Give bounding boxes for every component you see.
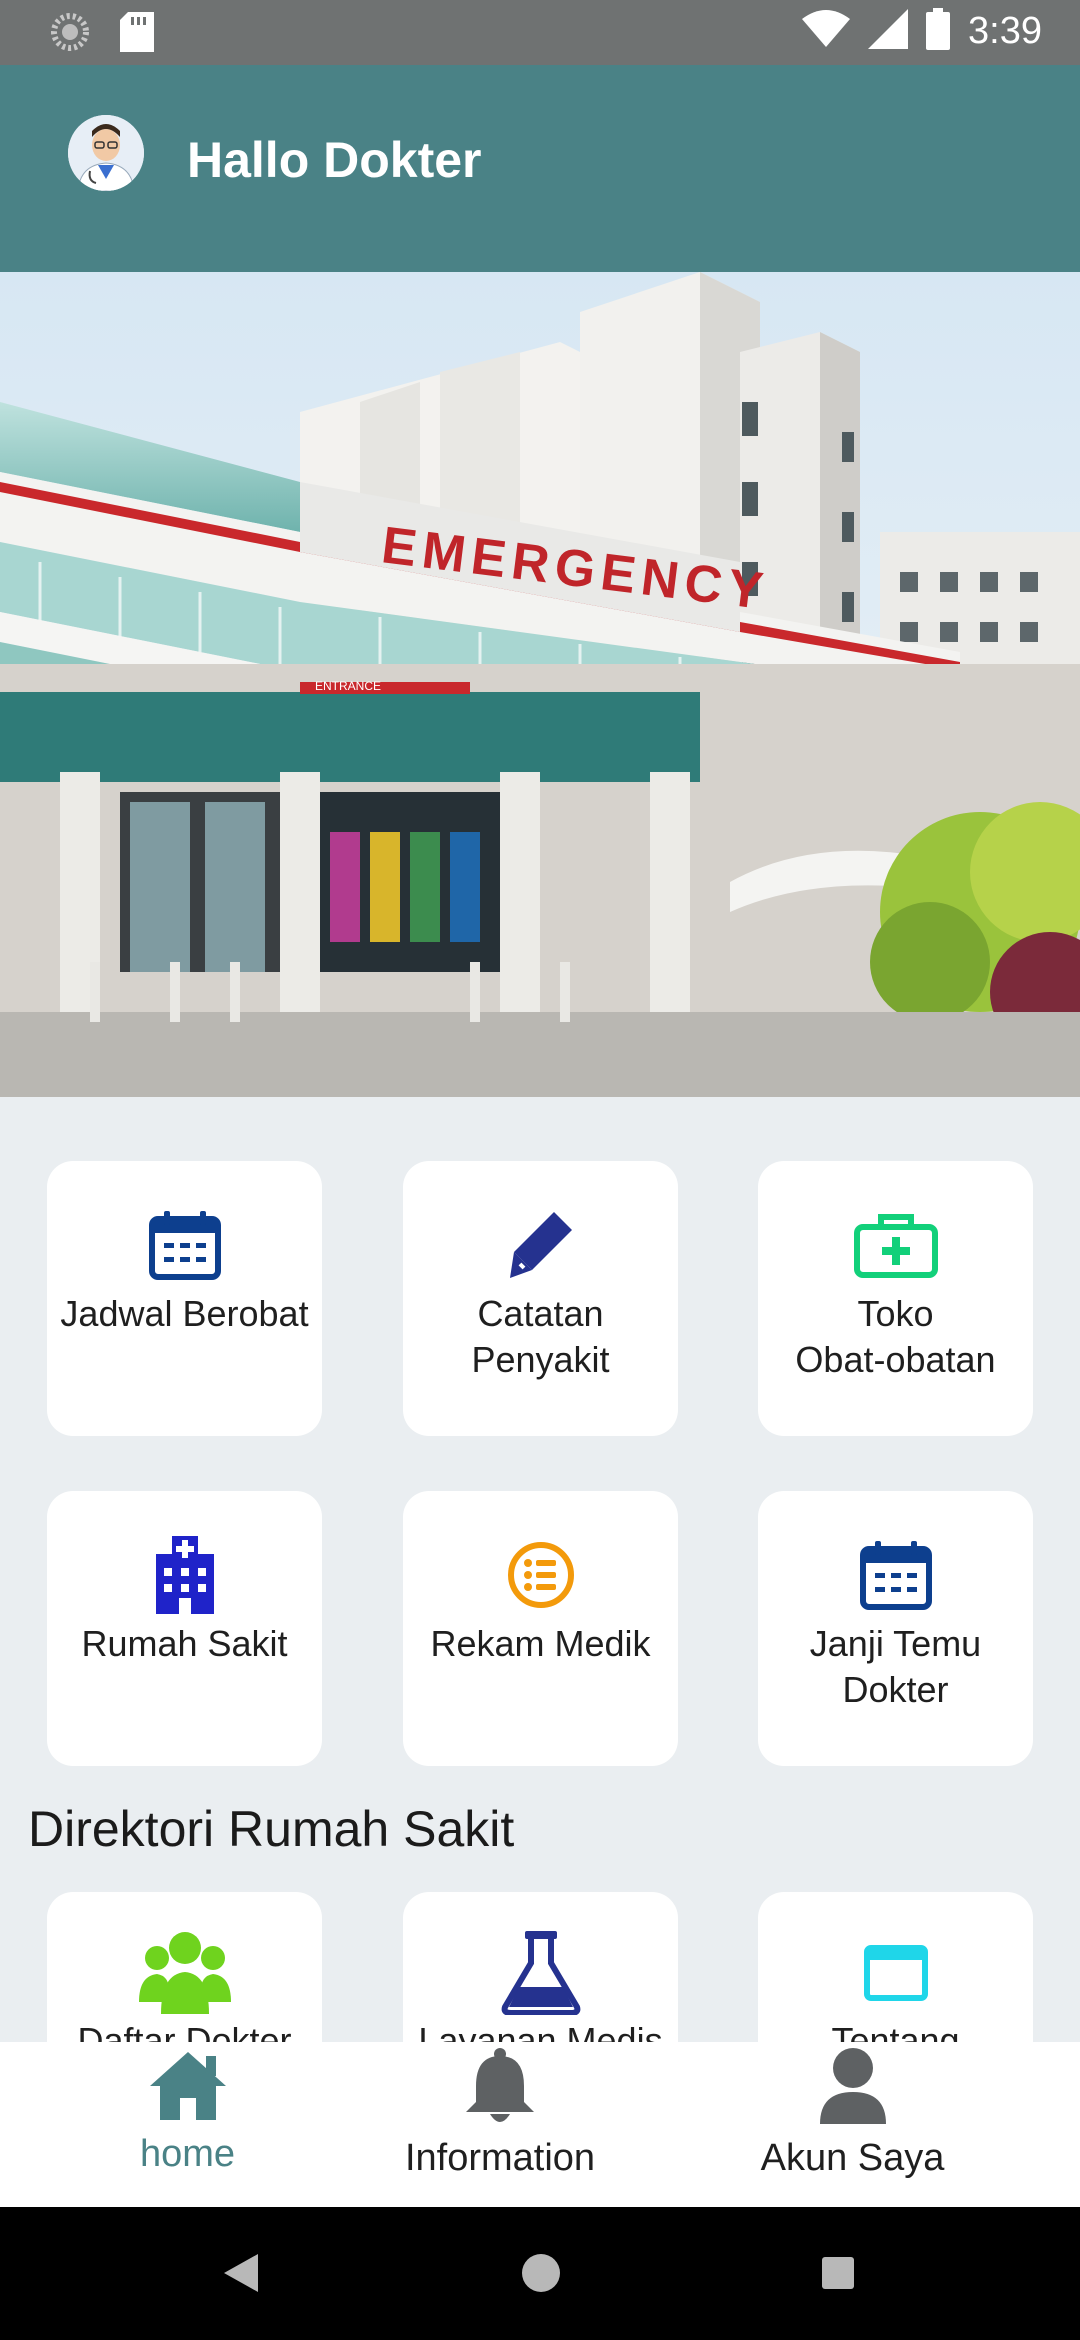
nav-home[interactable]: home [90, 2042, 285, 2207]
battery-icon [926, 8, 951, 55]
clock-time: 3:39 [968, 10, 1042, 52]
menu-card-rumah-sakit[interactable]: Rumah Sakit [47, 1491, 322, 1766]
status-bar: 3:39 [0, 0, 1080, 65]
back-icon[interactable] [222, 2252, 262, 2299]
nav-label: home [139, 2133, 236, 2175]
entrance-sign-text: ENTRANCE [315, 679, 381, 693]
directory-section-title: Direktori Rumah Sakit [28, 1801, 515, 1857]
menu-card-catatan-penyakit[interactable]: Catatan Penyakit [403, 1161, 678, 1436]
menu-card-jadwal-berobat[interactable]: Jadwal Berobat [47, 1161, 322, 1436]
menu-label: Jadwal Berobat [60, 1293, 309, 1334]
menu-label: Catatan Penyakit [471, 1293, 610, 1380]
menu-card-rekam-medik[interactable]: Rekam Medik [403, 1491, 678, 1766]
system-navigation-bar [0, 2207, 1080, 2340]
user-icon [818, 2046, 888, 2131]
nav-label: Akun Saya [760, 2137, 945, 2179]
doctor-avatar-icon[interactable] [68, 115, 144, 191]
spinner-icon [50, 12, 90, 57]
sd-card-icon [120, 12, 154, 57]
app-title: Hallo Dokter [187, 132, 482, 188]
pencil-icon [506, 1207, 576, 1283]
nav-label: Information [404, 2137, 596, 2179]
app-bar: Hallo Dokter [0, 65, 1080, 272]
flask-icon [501, 1931, 581, 2015]
menu-label: Rekam Medik [430, 1623, 651, 1664]
menu-label: Rumah Sakit [81, 1623, 288, 1664]
bell-icon [460, 2046, 540, 2131]
hospital-icon [152, 1536, 218, 1614]
menu-label: Toko Obat-obatan [795, 1293, 996, 1380]
users-icon [138, 1932, 231, 2014]
signal-icon [868, 9, 909, 54]
menu-label: Janji Temu Dokter [809, 1623, 982, 1710]
home-circle-icon[interactable] [520, 2252, 562, 2299]
screen: 3:39 Hallo Dokter EMERGENCY ENTRANCE Jad… [0, 0, 1080, 2340]
list-circle-icon [506, 1537, 576, 1613]
bottom-navigation: home Information Akun Saya [0, 2042, 1080, 2207]
hero-hospital-image: EMERGENCY ENTRANCE [0, 272, 1080, 1097]
recents-icon[interactable] [820, 2255, 856, 2296]
nav-akun-saya[interactable]: Akun Saya [740, 2042, 965, 2207]
calendar-icon [148, 1207, 222, 1283]
calendar-icon [859, 1537, 933, 1613]
nav-information[interactable]: Information [380, 2042, 620, 2207]
menu-card-janji-temu[interactable]: Janji Temu Dokter [758, 1491, 1033, 1766]
home-icon [148, 2050, 228, 2127]
window-icon [863, 1934, 929, 2010]
wifi-icon [802, 9, 851, 54]
menu-card-toko-obat[interactable]: Toko Obat-obatan [758, 1161, 1033, 1436]
medkit-icon [853, 1207, 939, 1283]
